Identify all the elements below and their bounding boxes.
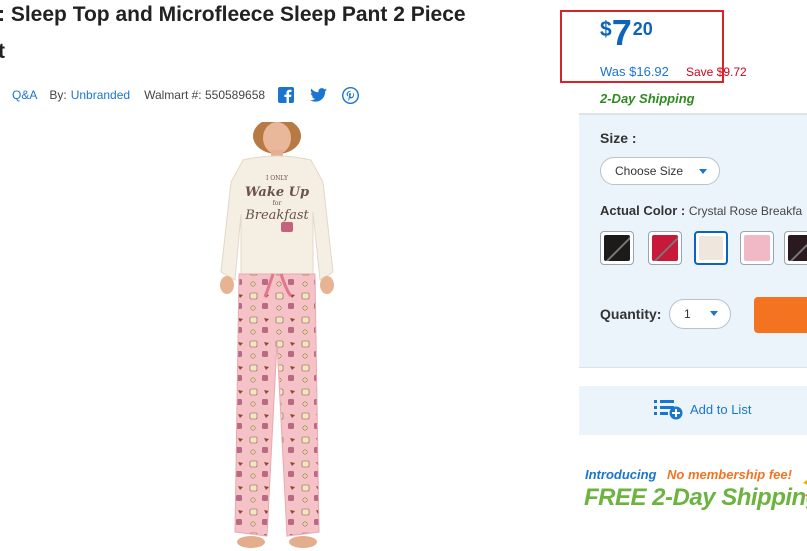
- color-swatch[interactable]: [694, 231, 728, 265]
- product-meta-row: Q&A By: Unbranded Walmart #: 550589658: [12, 84, 361, 106]
- qa-link[interactable]: Q&A: [12, 88, 37, 102]
- color-swatch[interactable]: [600, 231, 634, 265]
- add-to-cart-button[interactable]: [754, 297, 807, 333]
- size-dropdown-value: Choose Size: [615, 164, 684, 178]
- color-swatch-chip: [699, 236, 723, 260]
- unavailable-slash-icon: [605, 235, 630, 261]
- twitter-icon[interactable]: [307, 84, 329, 106]
- promo-introducing: Introducing: [585, 467, 657, 482]
- free-shipping-promo[interactable]: Introducing No membership fee! FREE 2-Da…: [583, 465, 807, 525]
- add-list-icon: [654, 400, 683, 420]
- color-value: Crystal Rose Breakfa: [688, 204, 803, 218]
- pinterest-icon[interactable]: [339, 84, 361, 106]
- quantity-value: 1: [684, 307, 691, 321]
- color-swatch[interactable]: [784, 231, 807, 265]
- unavailable-slash-icon: [653, 235, 678, 261]
- color-swatch-chip: [652, 235, 678, 261]
- quantity-label: Quantity:: [600, 306, 662, 322]
- product-title: : Sleep Top and Microfleece Sleep Pant 2…: [0, 3, 466, 26]
- shirt-print-line3: for: [273, 200, 282, 207]
- add-to-list-label: Add to List: [690, 401, 752, 417]
- color-swatch-chip: [744, 235, 770, 261]
- shirt-print-line2: Wake Up: [245, 185, 309, 200]
- add-to-list-button[interactable]: Add to List: [654, 398, 751, 420]
- promo-art-icon: [803, 480, 807, 497]
- color-swatch[interactable]: [648, 231, 682, 265]
- promo-no-fee: No membership fee!: [667, 467, 792, 482]
- shirt-print-line1: I ONLY: [266, 175, 289, 182]
- by-label: By:: [49, 88, 67, 102]
- shirt-print-line4: Breakfast: [244, 208, 309, 223]
- product-options: Size : Choose Size Actual Color : Crysta…: [579, 114, 807, 368]
- product-title-continued: t: [0, 40, 5, 63]
- chevron-down-icon: [710, 311, 718, 316]
- price-highlight-box: [560, 10, 724, 83]
- size-dropdown[interactable]: Choose Size: [600, 157, 720, 185]
- size-label: Size :: [600, 130, 637, 146]
- promo-free-shipping: FREE 2-Day Shipping: [584, 484, 807, 511]
- shipping-badge: 2-Day Shipping: [600, 91, 695, 106]
- walmart-number: Walmart #: 550589658: [144, 88, 266, 102]
- brand-link[interactable]: Unbranded: [71, 88, 130, 102]
- color-swatch[interactable]: [740, 231, 774, 265]
- color-swatch-chip: [788, 235, 807, 261]
- product-image[interactable]: I ONLY Wake Up for Breakfast: [195, 122, 355, 551]
- unavailable-slash-icon: [789, 235, 807, 261]
- chevron-down-icon: [699, 169, 707, 174]
- facebook-icon[interactable]: [275, 84, 297, 106]
- quantity-dropdown[interactable]: 1: [669, 299, 731, 329]
- color-label-text: Actual Color :: [600, 203, 686, 218]
- color-label: Actual Color : Crystal Rose Breakfa: [600, 203, 802, 218]
- color-swatch-chip: [604, 235, 630, 261]
- add-to-list-box: Add to List: [579, 386, 807, 435]
